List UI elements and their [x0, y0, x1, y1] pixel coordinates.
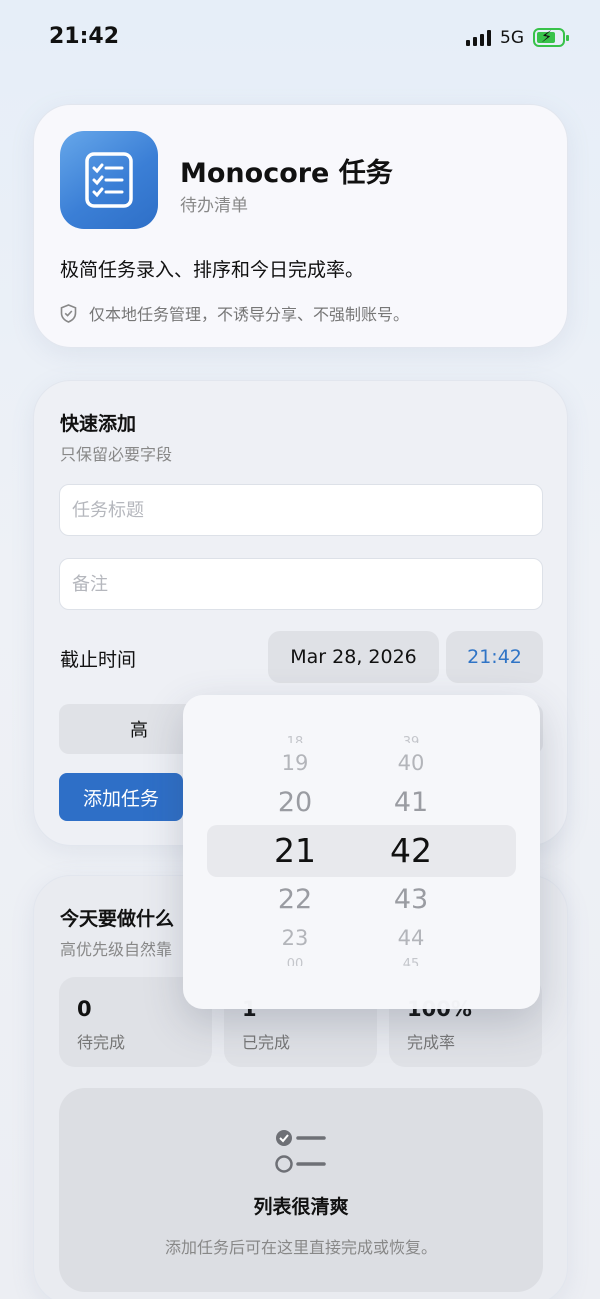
app-tagline: 极简任务录入、排序和今日完成率。: [60, 259, 365, 281]
task-note-input[interactable]: [59, 558, 543, 610]
picker-hour-item[interactable]: 20: [235, 787, 355, 818]
cellular-signal-icon: [466, 30, 491, 46]
today-title: 今天要做什么: [60, 908, 175, 930]
picker-hour-item[interactable]: 22: [235, 884, 355, 915]
picker-hour-item[interactable]: 19: [235, 751, 355, 775]
network-type: 5G: [500, 28, 524, 48]
empty-state-subtitle: 添加任务后可在这里直接完成或恢复。: [164, 1238, 437, 1257]
picker-minute-item[interactable]: 41: [351, 787, 471, 818]
empty-state: 列表很清爽 添加任务后可在这里直接完成或恢复。: [59, 1088, 543, 1292]
picker-hour-item[interactable]: 23: [235, 926, 355, 950]
today-subtitle: 高优先级自然靠: [60, 940, 173, 959]
picker-minute-item[interactable]: 45: [351, 957, 471, 966]
due-time-button[interactable]: 21:42: [446, 631, 543, 683]
stat-pending-label: 待完成: [77, 1033, 126, 1052]
stat-completion-rate-label: 完成率: [407, 1033, 456, 1052]
privacy-note: 仅本地任务管理，不诱导分享、不强制账号。: [60, 301, 409, 325]
time-picker-popover[interactable]: 18 19 20 21 22 23 00 39 40 41 42 43 44 4…: [183, 695, 540, 1009]
picker-hour-item[interactable]: 18: [235, 735, 355, 743]
picker-minute-item[interactable]: 44: [351, 926, 471, 950]
battery-charging-icon: ⚡: [533, 27, 569, 47]
picker-hour-selected[interactable]: 21: [235, 831, 355, 870]
stat-pending-value: 0: [77, 997, 92, 1021]
checklist-icon: [275, 1130, 326, 1173]
app-subtitle: 待办清单: [180, 196, 248, 216]
stat-completed-label: 已完成: [242, 1033, 291, 1052]
picker-hour-item[interactable]: 00: [235, 957, 355, 966]
picker-hour-wheel[interactable]: 18 19 20 21 22 23 00: [235, 695, 355, 1009]
app-title: Monocore 任务: [180, 158, 393, 189]
picker-minute-wheel[interactable]: 39 40 41 42 43 44 45: [351, 695, 471, 1009]
task-title-input[interactable]: [59, 484, 543, 536]
privacy-note-text: 仅本地任务管理，不诱导分享、不强制账号。: [89, 305, 410, 324]
picker-minute-item[interactable]: 43: [351, 884, 471, 915]
due-date-button[interactable]: Mar 28, 2026: [268, 631, 439, 683]
empty-state-title: 列表很清爽: [253, 1196, 349, 1218]
app-header-card: Monocore 任务 待办清单 极简任务录入、排序和今日完成率。 仅本地任务管…: [33, 104, 568, 348]
picker-minute-item[interactable]: 39: [351, 735, 471, 743]
picker-minute-selected[interactable]: 42: [351, 831, 471, 870]
status-time: 21:42: [49, 24, 120, 49]
quick-add-subtitle: 只保留必要字段: [60, 445, 173, 464]
quick-add-title: 快速添加: [60, 413, 137, 435]
add-task-button[interactable]: 添加任务: [59, 773, 183, 821]
app-checklist-icon: [60, 131, 158, 229]
shield-check-icon: [60, 303, 77, 323]
status-bar: 21:42 5G ⚡: [0, 0, 600, 76]
due-time-label: 截止时间: [60, 649, 137, 671]
picker-minute-item[interactable]: 40: [351, 751, 471, 775]
